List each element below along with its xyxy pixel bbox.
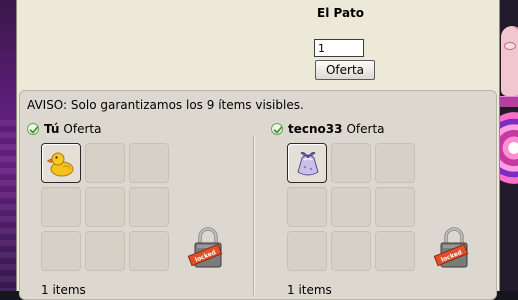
check-icon — [271, 123, 283, 135]
offer-slot[interactable] — [287, 143, 327, 183]
offer-button[interactable]: Oferta — [315, 60, 375, 80]
your-offer-grid — [41, 143, 169, 271]
offer-slot[interactable] — [129, 231, 169, 271]
offer-slot[interactable] — [129, 187, 169, 227]
offer-slot[interactable] — [41, 187, 81, 227]
offer-slot[interactable] — [331, 187, 371, 227]
locked-padlock-icon: locked — [188, 227, 223, 268]
offer-slot[interactable] — [331, 231, 371, 271]
trade-panel: AVISO: Solo garantizamos los 9 ítems vis… — [19, 90, 497, 300]
round-rug — [500, 112, 518, 184]
offer-slot[interactable] — [41, 231, 81, 271]
selected-item-name: El Pato — [317, 6, 365, 20]
bunny-furniture — [501, 26, 518, 96]
your-name: Tú — [44, 122, 60, 136]
partner-name: tecno33 — [288, 122, 343, 136]
offer-slot[interactable] — [85, 143, 125, 183]
game-background-left — [0, 0, 16, 291]
your-offer-header: Tú Oferta — [27, 122, 101, 136]
visible-items-warning: AVISO: Solo garantizamos los 9 ítems vis… — [27, 98, 304, 112]
bunny-face — [504, 42, 516, 50]
locked-padlock-icon: locked — [434, 227, 469, 268]
rubber-duck-icon — [46, 152, 74, 177]
offer-slot[interactable] — [331, 143, 371, 183]
offer-slot[interactable] — [41, 143, 81, 183]
offer-slot[interactable] — [85, 231, 125, 271]
your-item-count: 1 items — [41, 283, 86, 297]
offer-slot[interactable] — [85, 187, 125, 227]
offer-slot[interactable] — [375, 187, 415, 227]
offer-slot[interactable] — [129, 143, 169, 183]
offer-slot[interactable] — [287, 187, 327, 227]
partner-offer-header: tecno33 Oferta — [271, 122, 385, 136]
amount-input[interactable] — [314, 39, 364, 57]
pink-shelf — [500, 96, 518, 107]
sides-divider — [253, 135, 255, 295]
partner-item-count: 1 items — [287, 283, 332, 297]
check-icon — [27, 123, 39, 135]
offer-slot[interactable] — [287, 231, 327, 271]
partner-offer-label: Oferta — [346, 122, 385, 136]
your-offer-label: Oferta — [63, 122, 102, 136]
gift-bag-icon — [297, 152, 319, 176]
game-background-right — [500, 0, 518, 291]
partner-offer-grid — [287, 143, 415, 271]
offer-slot[interactable] — [375, 231, 415, 271]
offer-slot[interactable] — [375, 143, 415, 183]
trade-window: El Pato Oferta AVISO: Solo garantizamos … — [16, 0, 500, 300]
